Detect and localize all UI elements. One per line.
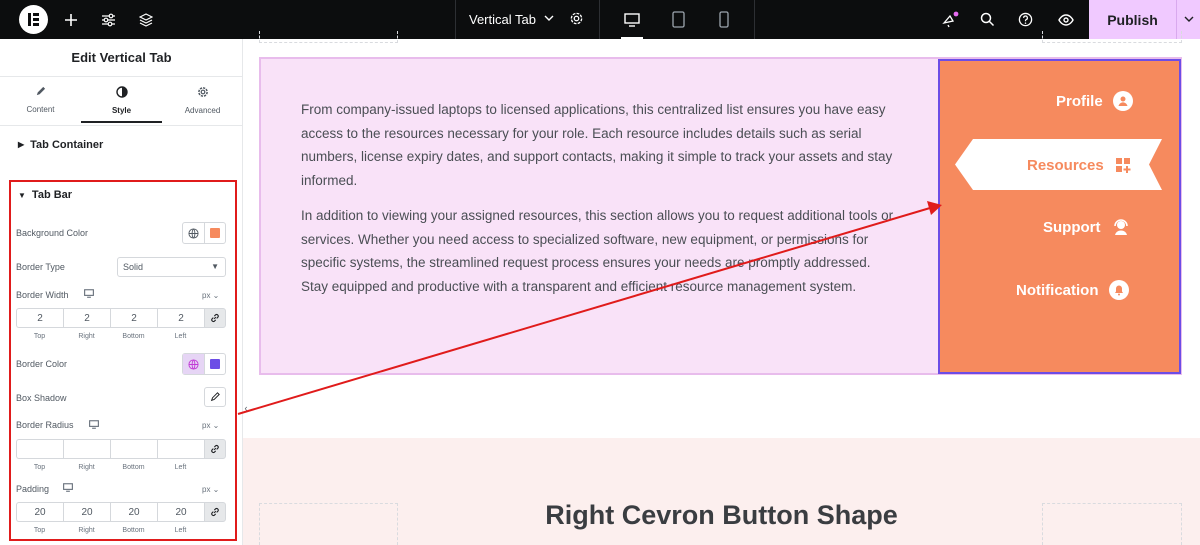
annotation-arrow <box>237 201 942 415</box>
